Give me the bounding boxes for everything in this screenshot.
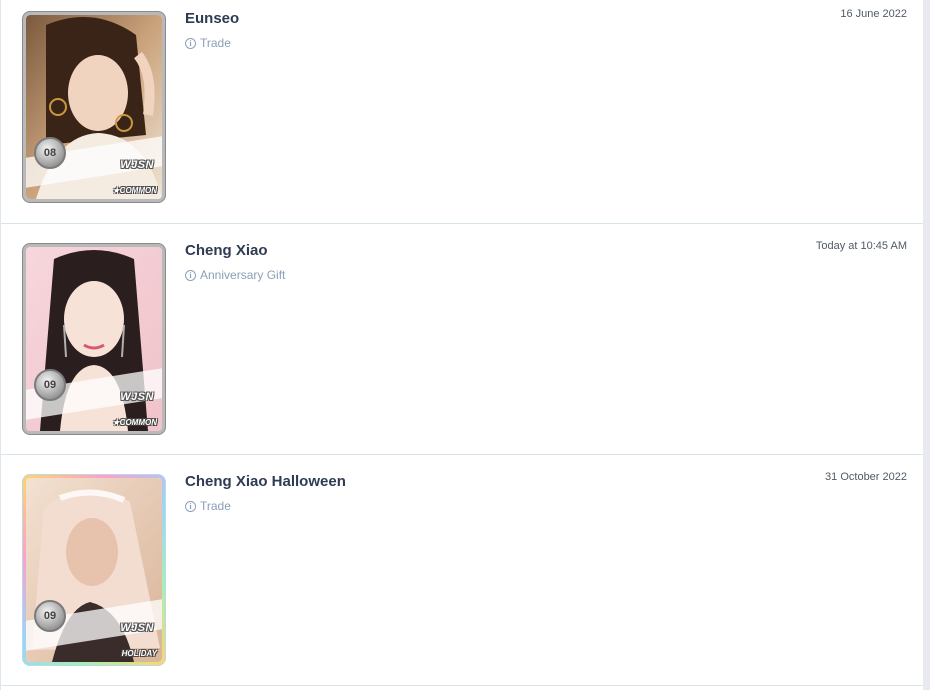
card-frame: 08 WJSN ★COMMON — [26, 15, 162, 199]
card-name[interactable]: Cheng Xiao — [185, 242, 268, 259]
rarity-label: ★COMMON — [112, 186, 158, 195]
card-number-badge: 08 — [34, 137, 66, 169]
rarity-label: HOLIDAY — [121, 649, 157, 658]
card-image[interactable]: 09 WJSN ★COMMON — [23, 244, 165, 434]
card-image[interactable]: 08 WJSN ★COMMON — [23, 12, 165, 202]
card-frame: 09 WJSN ★COMMON — [26, 247, 162, 431]
card-source: i Anniversary Gift — [185, 268, 285, 282]
card-source: i Trade — [185, 36, 231, 50]
list-item[interactable]: 08 WJSN ★COMMON Eunseo i Trade 16 June 2… — [1, 0, 923, 224]
source-label: Anniversary Gift — [200, 268, 286, 282]
card-name[interactable]: Cheng Xiao Halloween — [185, 473, 346, 490]
timestamp: 16 June 2022 — [840, 8, 907, 20]
card-image[interactable]: 09 WJSN HOLIDAY — [23, 475, 165, 665]
info-icon: i — [185, 37, 196, 49]
timestamp: Today at 10:45 AM — [815, 240, 907, 252]
card-number-badge: 09 — [34, 600, 66, 632]
info-icon: i — [185, 269, 196, 281]
rarity-label: ★COMMON — [112, 418, 158, 427]
list-item[interactable]: 09 WJSN HOLIDAY Cheng Xiao Halloween i T… — [1, 455, 923, 686]
timestamp: 31 October 2022 — [825, 471, 907, 483]
info-icon: i — [185, 500, 196, 512]
source-label: Trade — [200, 499, 231, 513]
card-source: i Trade — [185, 499, 231, 513]
group-label: WJSN — [120, 622, 154, 634]
list-item[interactable]: 09 WJSN ★COMMON Cheng Xiao i Anniversary… — [1, 224, 923, 455]
card-history-list: 08 WJSN ★COMMON Eunseo i Trade 16 June 2… — [0, 0, 923, 690]
source-label: Trade — [200, 36, 231, 50]
card-number-badge: 09 — [34, 369, 66, 401]
card-frame: 09 WJSN HOLIDAY — [26, 478, 162, 662]
group-label: WJSN — [120, 391, 154, 403]
group-label: WJSN — [120, 159, 154, 171]
card-name[interactable]: Eunseo — [185, 10, 239, 27]
